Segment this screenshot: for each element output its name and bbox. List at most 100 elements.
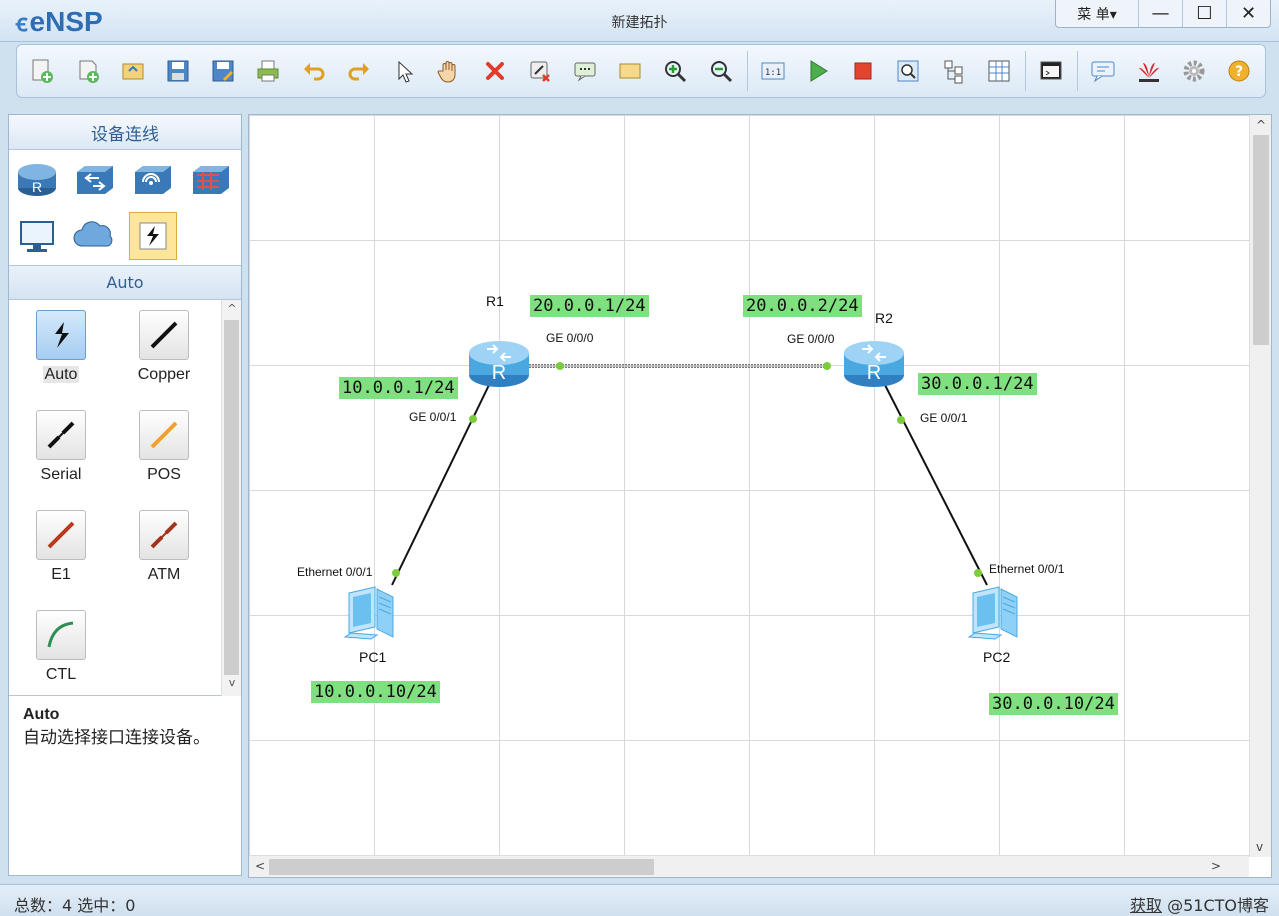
topology-canvas[interactable]: R R R1 R2 PC1 PC2 20.0.0.1/24 20.0.0.2/2… — [248, 114, 1272, 878]
cable-pos[interactable]: POS — [114, 410, 214, 484]
port-label-r2-ge001: GE 0/0/1 — [920, 411, 968, 425]
zoom-in-icon[interactable] — [656, 51, 695, 91]
port-label-r1-ge000: GE 0/0/0 — [546, 331, 594, 345]
stop-device-icon[interactable] — [844, 51, 883, 91]
cable-atm[interactable]: ATM — [114, 510, 214, 584]
cable-e1[interactable]: E1 — [11, 510, 111, 584]
ip-tag-r1-ge000[interactable]: 20.0.0.1/24 — [530, 295, 649, 317]
new-topology-icon[interactable] — [23, 51, 62, 91]
device-category-grid: R — [9, 150, 241, 266]
pc-icon[interactable] — [13, 212, 61, 260]
canvas-vertical-scrollbar[interactable]: ^ v — [1249, 115, 1271, 857]
router-r2[interactable]: R — [842, 335, 906, 391]
pan-hand-icon[interactable] — [430, 51, 469, 91]
device-panel: 设备连线 R Auto Auto Copper Serial POS E1 AT… — [8, 114, 242, 876]
maximize-button[interactable]: ☐ — [1182, 0, 1226, 27]
save-as-icon[interactable] — [204, 51, 243, 91]
menu-button[interactable]: 菜 单▾ — [1056, 0, 1138, 27]
ip-tag-pc1[interactable]: 10.0.0.10/24 — [311, 681, 440, 703]
topology-tree-icon[interactable] — [934, 51, 973, 91]
ctl-cable-icon — [36, 610, 86, 660]
serial-cable-icon — [36, 410, 86, 460]
port-label-r2-ge000: GE 0/0/0 — [787, 332, 835, 346]
router-icon[interactable]: R — [13, 156, 61, 204]
title-bar: ꞓeNSP 新建拓扑 菜 单▾ — ☐ ✕ — [0, 0, 1279, 42]
minimize-button[interactable]: — — [1138, 0, 1182, 27]
svg-text:R: R — [492, 362, 506, 384]
capture-icon[interactable] — [889, 51, 928, 91]
firewall-icon[interactable] — [187, 156, 235, 204]
scroll-down-arrow[interactable]: v — [1256, 840, 1263, 854]
scroll-down-arrow[interactable]: v — [222, 676, 242, 694]
pc-pc1[interactable] — [341, 583, 405, 647]
router-r1[interactable]: R — [467, 335, 531, 391]
shape-icon[interactable] — [611, 51, 650, 91]
get-link[interactable]: 获取 — [1130, 896, 1162, 915]
ip-tag-r1-ge001[interactable]: 10.0.0.1/24 — [339, 377, 458, 399]
undo-icon[interactable] — [294, 51, 333, 91]
cable-label: ATM — [147, 566, 181, 583]
scroll-thumb[interactable] — [1253, 135, 1269, 345]
scroll-thumb[interactable] — [224, 320, 239, 675]
svg-text:R: R — [32, 179, 42, 195]
scroll-left-arrow[interactable]: < — [255, 859, 265, 873]
description-text: 自动选择接口连接设备。 — [23, 728, 210, 748]
print-icon[interactable] — [249, 51, 288, 91]
huawei-icon[interactable] — [1129, 51, 1168, 91]
port-label-r1-ge001: GE 0/0/1 — [409, 410, 457, 424]
ip-tag-r2-ge001[interactable]: 30.0.0.1/24 — [918, 373, 1037, 395]
console-icon[interactable] — [1032, 51, 1071, 91]
new-example-icon[interactable] — [68, 51, 107, 91]
scroll-right-arrow[interactable]: > — [1211, 859, 1221, 873]
redo-icon[interactable] — [340, 51, 379, 91]
delete-link-icon[interactable] — [520, 51, 559, 91]
select-icon[interactable] — [385, 51, 424, 91]
cable-label: POS — [147, 466, 181, 483]
fit-view-icon[interactable]: 1:1 — [753, 51, 792, 91]
save-icon[interactable] — [159, 51, 198, 91]
cable-icon[interactable] — [129, 212, 177, 260]
status-right: 获取 @51CTO博客 — [1130, 892, 1269, 916]
grid-view-icon[interactable] — [980, 51, 1019, 91]
delete-icon[interactable] — [475, 51, 514, 91]
ip-tag-pc2[interactable]: 30.0.0.10/24 — [989, 693, 1118, 715]
switch-icon[interactable] — [71, 156, 119, 204]
text-icon[interactable] — [566, 51, 605, 91]
zoom-out-icon[interactable] — [701, 51, 740, 91]
cable-ctl[interactable]: CTL — [11, 610, 111, 684]
cable-label: E1 — [51, 566, 71, 583]
svg-text:1:1: 1:1 — [765, 68, 781, 78]
cloud-icon[interactable] — [71, 212, 119, 260]
help-icon[interactable]: ? — [1220, 51, 1259, 91]
cable-list: Auto Copper Serial POS E1 ATM CTL ^ v — [9, 300, 241, 696]
cable-label: Auto — [42, 366, 80, 383]
scroll-up-arrow[interactable]: ^ — [222, 302, 242, 320]
wireless-icon[interactable] — [129, 156, 177, 204]
scroll-up-arrow[interactable]: ^ — [1256, 118, 1266, 132]
port-dot — [469, 415, 477, 423]
ip-tag-r2-ge000[interactable]: 20.0.0.2/24 — [743, 295, 862, 317]
port-dot — [823, 362, 831, 370]
cable-list-scrollbar[interactable]: ^ v — [221, 300, 241, 696]
start-device-icon[interactable] — [799, 51, 838, 91]
cable-label: Serial — [40, 466, 82, 483]
scroll-thumb[interactable] — [269, 859, 654, 875]
open-icon[interactable] — [113, 51, 152, 91]
cable-auto[interactable]: Auto — [11, 310, 111, 384]
cable-copper[interactable]: Copper — [114, 310, 214, 384]
toolbar-separator — [1076, 51, 1078, 91]
cable-description: Auto 自动选择接口连接设备。 — [9, 696, 241, 759]
port-dot — [897, 416, 905, 424]
atm-cable-icon — [139, 510, 189, 560]
toolbar-separator — [746, 51, 748, 91]
cable-serial[interactable]: Serial — [11, 410, 111, 484]
pc-pc2[interactable] — [965, 583, 1029, 647]
window-controls: 菜 单▾ — ☐ ✕ — [1055, 0, 1271, 28]
watermark: @51CTO博客 — [1167, 896, 1269, 915]
port-label-pc2-eth: Ethernet 0/0/1 — [989, 562, 1065, 576]
chat-icon[interactable] — [1084, 51, 1123, 91]
close-button[interactable]: ✕ — [1226, 0, 1270, 27]
canvas-horizontal-scrollbar[interactable]: < > — [249, 855, 1249, 877]
settings-icon[interactable] — [1174, 51, 1213, 91]
toolbar-separator — [1024, 51, 1026, 91]
